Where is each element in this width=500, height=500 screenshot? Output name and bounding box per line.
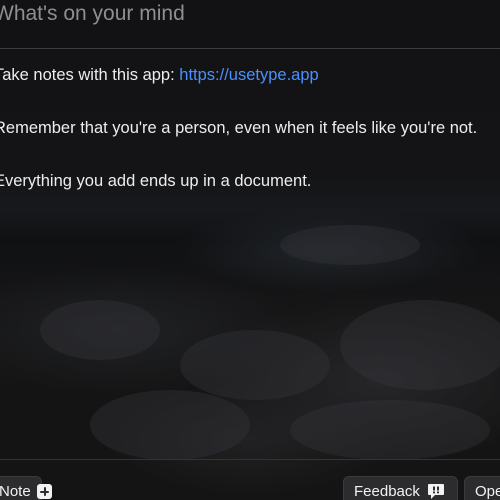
new-note-label: Note	[0, 482, 31, 500]
note-text: Take notes with this app:	[0, 66, 180, 84]
background-rock	[340, 300, 500, 390]
note-item[interactable]: Everything you add ends up in a document…	[0, 172, 500, 225]
background-rock	[90, 390, 250, 460]
open-label: Open	[475, 482, 500, 500]
background-rock	[40, 300, 160, 360]
background-rock	[280, 225, 420, 265]
new-note-button[interactable]: Note	[0, 476, 52, 500]
background-rock	[290, 400, 490, 460]
editor-header: What's on your mind	[0, 0, 500, 49]
note-link[interactable]: https://usetype.app	[179, 66, 318, 84]
note-item[interactable]: Remember that you're a person, even when…	[0, 119, 500, 172]
speech-bubble-icon	[427, 483, 445, 500]
feedback-button[interactable]: Feedback	[343, 476, 458, 500]
background-rock	[180, 330, 330, 400]
plus-icon	[36, 483, 52, 499]
open-button[interactable]: Open	[464, 476, 500, 500]
feedback-label: Feedback	[354, 482, 420, 500]
note-input-placeholder[interactable]: What's on your mind	[0, 2, 185, 26]
note-item[interactable]: Take notes with this app: https://usetyp…	[0, 66, 500, 119]
footer-divider	[0, 459, 500, 460]
app-window: What's on your mind Take notes with this…	[0, 0, 500, 500]
notes-list: Take notes with this app: https://usetyp…	[0, 66, 500, 225]
